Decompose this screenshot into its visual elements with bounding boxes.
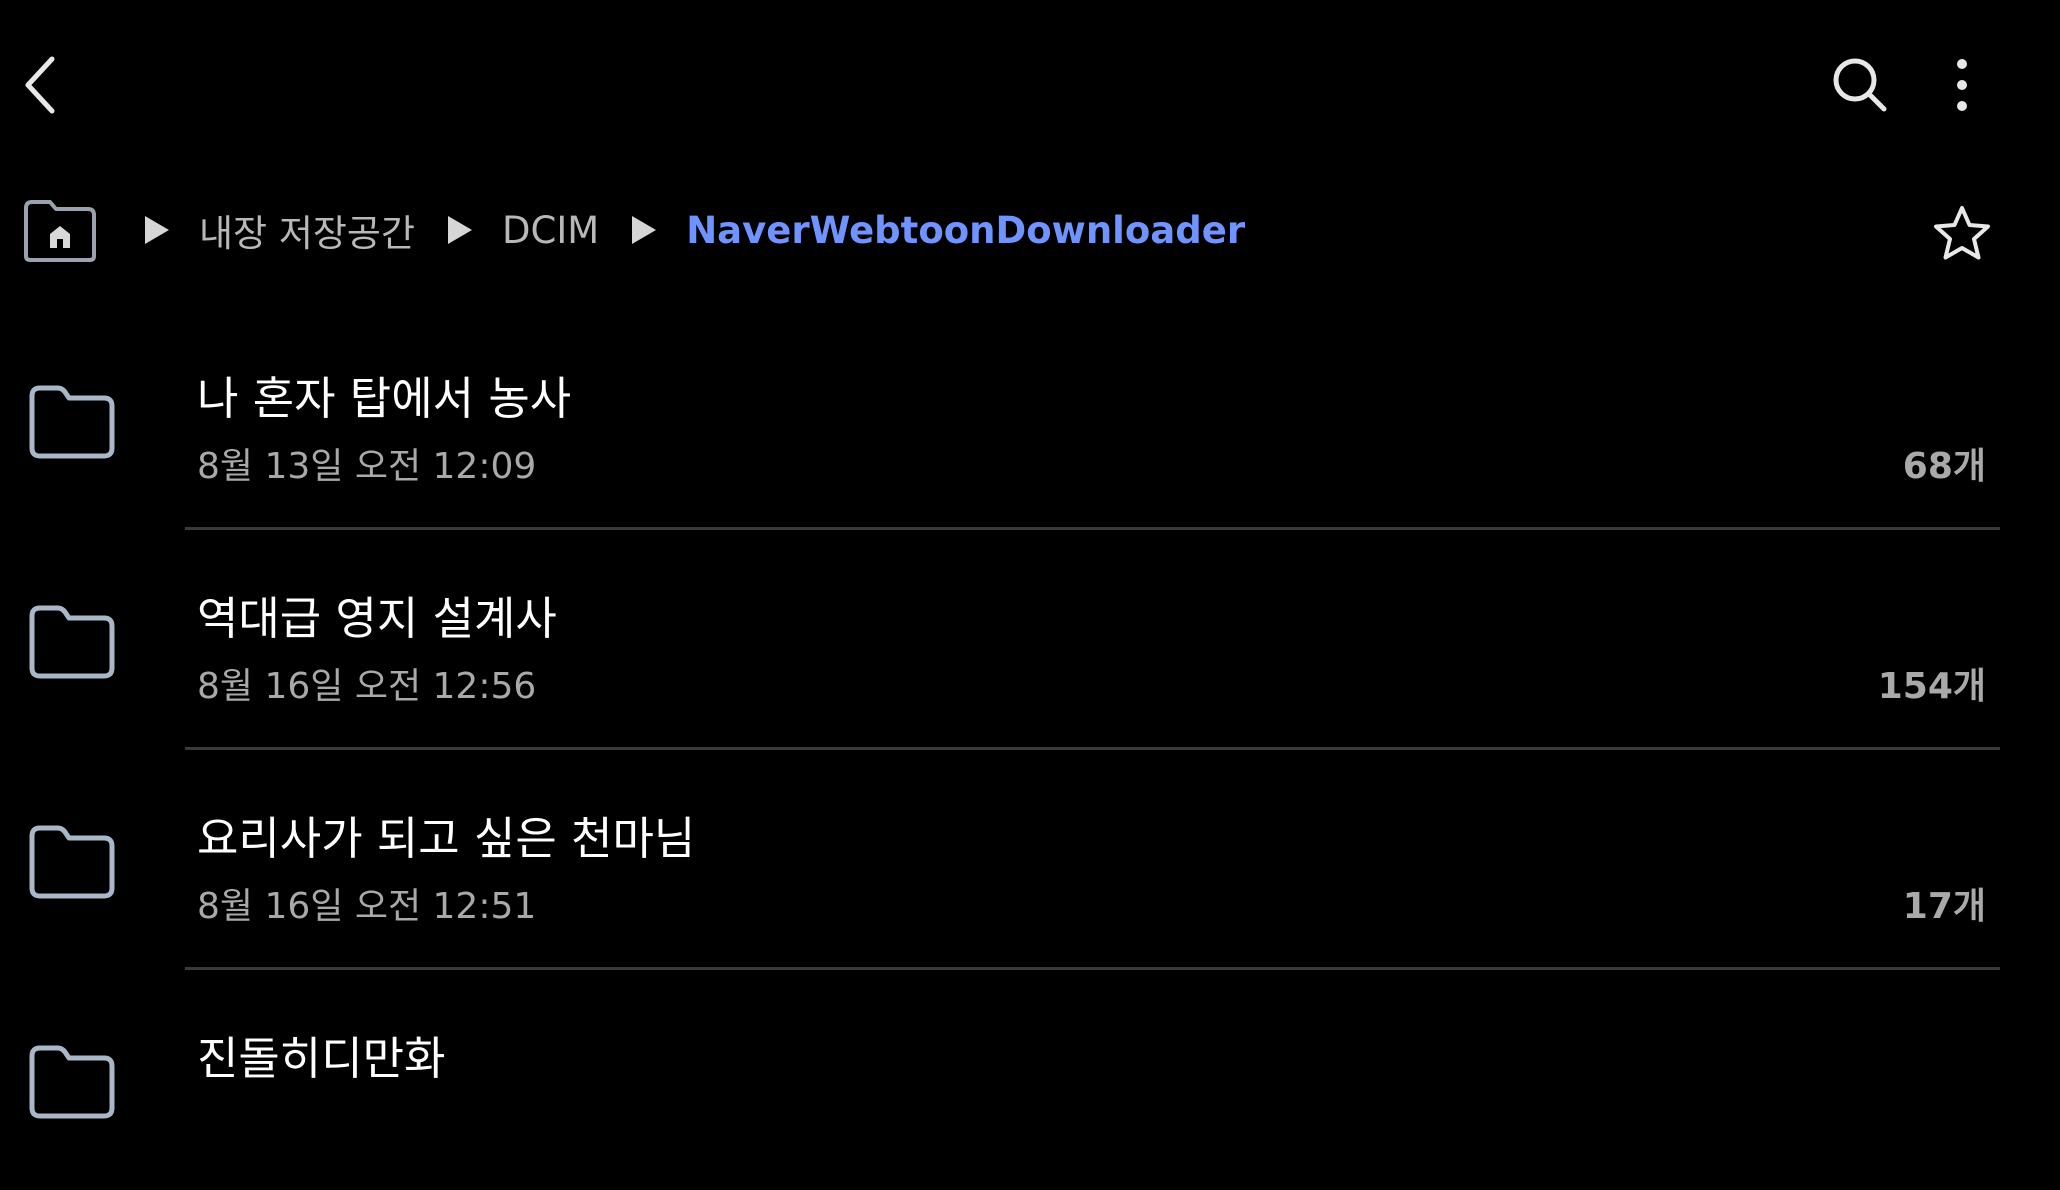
chevron-right-icon bbox=[632, 216, 657, 244]
star-icon bbox=[1934, 206, 1990, 260]
folder-icon bbox=[29, 1045, 115, 1119]
folder-list: 나 혼자 탑에서 농사 8월 13일 오전 12:09 68개 역대급 영지 설… bbox=[0, 310, 2060, 1190]
folder-modified-date: 8월 13일 오전 12:09 bbox=[197, 446, 537, 487]
folder-item-count: 154개 bbox=[1877, 666, 1986, 707]
breadcrumb-item-internal-storage[interactable]: 내장 저장공간 bbox=[199, 203, 415, 257]
folder-icon bbox=[29, 605, 115, 679]
breadcrumb-item-dcim[interactable]: DCIM bbox=[502, 209, 599, 252]
chevron-right-icon bbox=[145, 216, 169, 244]
folder-name: 나 혼자 탑에서 농사 bbox=[197, 372, 572, 425]
folder-modified-date: 8월 16일 오전 12:56 bbox=[197, 666, 537, 707]
more-vertical-icon bbox=[1957, 59, 1967, 111]
favorite-button[interactable] bbox=[1922, 194, 2002, 274]
folder-item-count: 17개 bbox=[1902, 886, 1986, 927]
list-item[interactable]: 진돌히디만화 bbox=[0, 970, 2060, 1190]
folder-icon bbox=[29, 385, 115, 459]
list-item[interactable]: 요리사가 되고 싶은 천마님 8월 16일 오전 12:51 17개 bbox=[0, 750, 2060, 970]
list-item[interactable]: 나 혼자 탑에서 농사 8월 13일 오전 12:09 68개 bbox=[0, 310, 2060, 530]
breadcrumb-path: 내장 저장공간 DCIM NaverWebtoonDownloader bbox=[140, 180, 1273, 280]
back-button[interactable] bbox=[10, 45, 70, 125]
top-app-bar bbox=[0, 0, 2060, 170]
breadcrumb-item-current[interactable]: NaverWebtoonDownloader bbox=[686, 209, 1245, 252]
folder-name: 진돌히디만화 bbox=[197, 1032, 446, 1085]
folder-modified-date: 8월 16일 오전 12:51 bbox=[197, 886, 537, 927]
folder-name: 역대급 영지 설계사 bbox=[197, 592, 557, 645]
breadcrumb: 내장 저장공간 DCIM NaverWebtoonDownloader bbox=[0, 180, 2060, 280]
folder-name: 요리사가 되고 싶은 천마님 bbox=[197, 812, 696, 865]
folder-item-count: 68개 bbox=[1902, 446, 1986, 487]
home-folder-icon bbox=[24, 200, 96, 262]
chevron-right-icon bbox=[448, 216, 473, 244]
search-button[interactable] bbox=[1820, 45, 1900, 125]
more-options-button[interactable] bbox=[1922, 45, 2002, 125]
chevron-left-icon bbox=[25, 56, 55, 114]
list-item[interactable]: 역대급 영지 설계사 8월 16일 오전 12:56 154개 bbox=[0, 530, 2060, 750]
folder-icon bbox=[29, 825, 115, 899]
home-button[interactable] bbox=[18, 192, 102, 268]
search-icon bbox=[1833, 58, 1887, 112]
